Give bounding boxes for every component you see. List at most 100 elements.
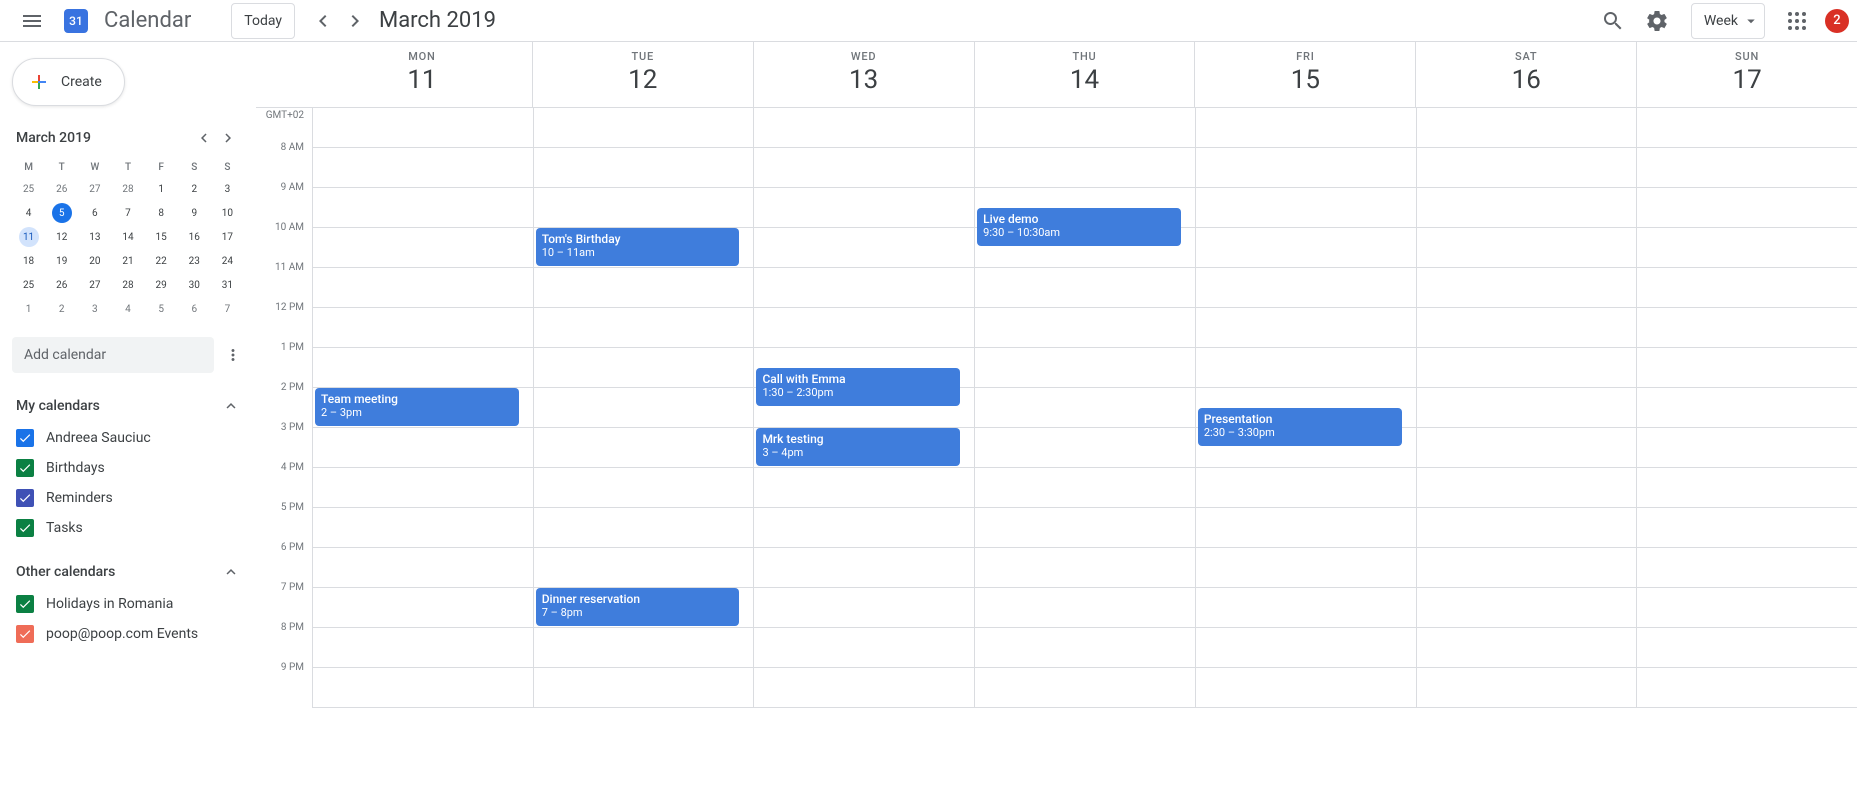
hour-cell[interactable] [534,268,754,308]
hour-cell[interactable] [1637,628,1857,668]
hour-cell[interactable] [975,148,1195,188]
mini-cal-day[interactable]: 6 [78,201,111,225]
hour-cell[interactable] [1417,428,1637,468]
hour-cell[interactable] [975,108,1195,148]
week-grid-scroll[interactable]: GMT+02 8 AM9 AM10 AM11 AM12 PM1 PM2 PM3 … [256,108,1857,811]
hour-cell[interactable] [1417,388,1637,428]
hour-cell[interactable] [1196,668,1416,708]
hour-cell[interactable] [1417,348,1637,388]
day-column[interactable]: Call with Emma1:30 – 2:30pmMrk testing3 … [753,108,974,708]
mini-cal-day[interactable]: 5 [45,201,78,225]
prev-week-button[interactable] [307,5,339,37]
hour-cell[interactable] [313,108,533,148]
other-calendars-toggle[interactable]: Other calendars [12,555,244,589]
mini-cal-day[interactable]: 19 [45,249,78,273]
hour-cell[interactable] [754,188,974,228]
hour-cell[interactable] [1196,308,1416,348]
hour-cell[interactable] [534,428,754,468]
hour-cell[interactable] [1637,468,1857,508]
mini-cal-day[interactable]: 24 [211,249,244,273]
hour-cell[interactable] [1417,588,1637,628]
mini-cal-day[interactable]: 8 [145,201,178,225]
add-calendar-overflow-button[interactable] [222,343,244,367]
mini-cal-day[interactable]: 9 [178,201,211,225]
hour-cell[interactable] [1417,508,1637,548]
mini-cal-day[interactable]: 7 [211,297,244,321]
calendar-checkbox[interactable] [16,595,34,613]
hour-cell[interactable] [1196,628,1416,668]
hour-cell[interactable] [313,308,533,348]
mini-cal-day[interactable]: 22 [145,249,178,273]
hour-cell[interactable] [754,308,974,348]
calendar-list-item[interactable]: Tasks [12,513,244,543]
hour-cell[interactable] [1417,188,1637,228]
mini-cal-day[interactable]: 4 [111,297,144,321]
calendar-event[interactable]: Live demo9:30 – 10:30am [977,208,1181,246]
day-header[interactable]: SUN17 [1636,42,1857,107]
hour-cell[interactable] [534,628,754,668]
calendar-event[interactable]: Team meeting2 – 3pm [315,388,519,426]
my-calendars-toggle[interactable]: My calendars [12,389,244,423]
hour-cell[interactable] [1196,268,1416,308]
mini-cal-day[interactable]: 3 [78,297,111,321]
hour-cell[interactable] [1417,628,1637,668]
main-menu-button[interactable] [8,0,56,45]
hour-cell[interactable] [754,588,974,628]
view-selector[interactable]: Week [1691,3,1765,39]
hour-cell[interactable] [1637,228,1857,268]
day-header[interactable]: WED13 [753,42,974,107]
day-column[interactable]: Tom's Birthday10 – 11amDinner reservatio… [533,108,754,708]
hour-cell[interactable] [1417,548,1637,588]
calendar-event[interactable]: Tom's Birthday10 – 11am [536,228,740,266]
hour-cell[interactable] [1637,308,1857,348]
hour-cell[interactable] [313,548,533,588]
mini-cal-day[interactable]: 7 [111,201,144,225]
hour-cell[interactable] [313,668,533,708]
search-button[interactable] [1593,1,1633,41]
hour-cell[interactable] [313,228,533,268]
hour-cell[interactable] [534,468,754,508]
day-column[interactable] [1636,108,1857,708]
hour-cell[interactable] [1637,668,1857,708]
hour-cell[interactable] [1417,108,1637,148]
mini-cal-day[interactable]: 14 [111,225,144,249]
mini-cal-day[interactable]: 16 [178,225,211,249]
hour-cell[interactable] [1196,348,1416,388]
calendar-checkbox[interactable] [16,519,34,537]
mini-cal-day[interactable]: 26 [45,177,78,201]
hour-cell[interactable] [754,508,974,548]
mini-cal-day[interactable]: 25 [12,273,45,297]
hour-cell[interactable] [1637,588,1857,628]
calendar-checkbox[interactable] [16,459,34,477]
mini-cal-day[interactable]: 1 [12,297,45,321]
mini-cal-day[interactable]: 4 [12,201,45,225]
calendar-list-item[interactable]: Andreea Sauciuc [12,423,244,453]
hour-cell[interactable] [313,428,533,468]
hour-cell[interactable] [975,468,1195,508]
hour-cell[interactable] [1637,548,1857,588]
day-header[interactable]: THU14 [974,42,1195,107]
hour-cell[interactable] [1417,268,1637,308]
hour-cell[interactable] [1196,548,1416,588]
hour-cell[interactable] [313,588,533,628]
hour-cell[interactable] [1196,188,1416,228]
hour-cell[interactable] [313,468,533,508]
mini-cal-day[interactable]: 15 [145,225,178,249]
calendar-list-item[interactable]: poop@poop.com Events [12,619,244,649]
hour-cell[interactable] [1196,588,1416,628]
mini-cal-prev-button[interactable] [192,126,216,150]
mini-cal-next-button[interactable] [216,126,240,150]
hour-cell[interactable] [534,388,754,428]
today-button[interactable]: Today [231,3,295,39]
mini-cal-day[interactable]: 11 [12,225,45,249]
mini-cal-day[interactable]: 5 [145,297,178,321]
hour-cell[interactable] [534,668,754,708]
day-header[interactable]: MON11 [312,42,532,107]
next-week-button[interactable] [339,5,371,37]
hour-cell[interactable] [754,148,974,188]
day-header[interactable]: SAT16 [1415,42,1636,107]
hour-cell[interactable] [1196,108,1416,148]
hour-cell[interactable] [534,148,754,188]
hour-cell[interactable] [975,428,1195,468]
hour-cell[interactable] [534,308,754,348]
